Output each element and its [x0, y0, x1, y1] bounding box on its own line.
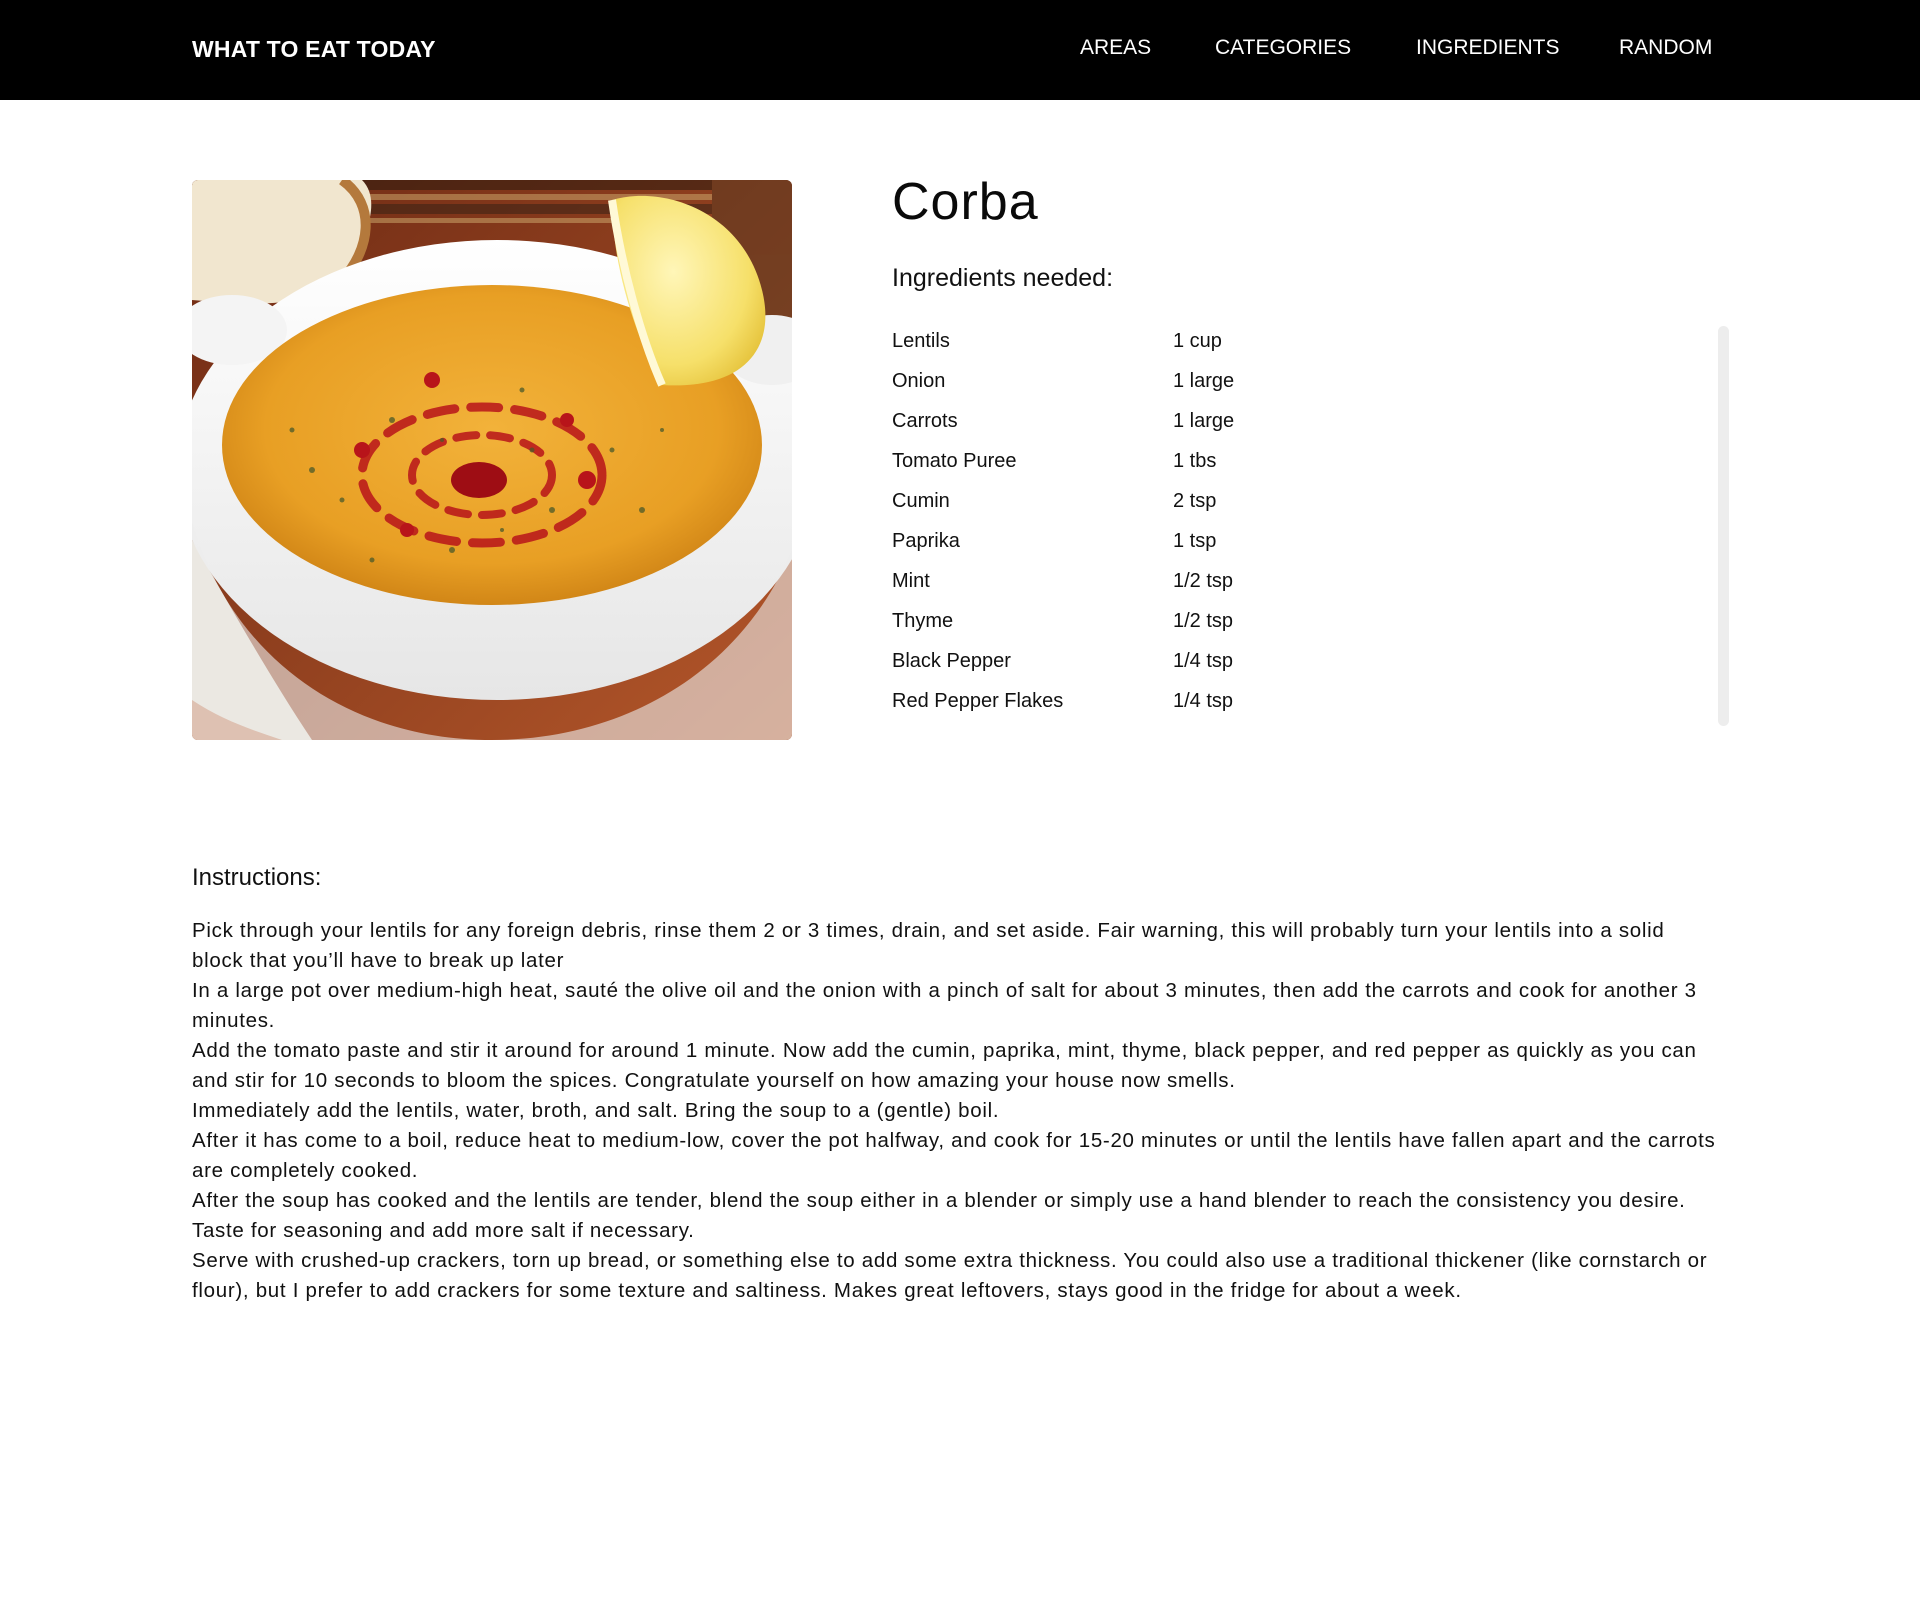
instruction-step: In a large pot over medium-high heat, sa…	[192, 979, 1697, 1032]
ingredient-name: Cumin	[892, 490, 950, 512]
ingredient-list-scrollbar[interactable]	[1718, 326, 1729, 726]
instruction-step: After the soup has cooked and the lentil…	[192, 1189, 1686, 1242]
ingredient-name: Carrots	[892, 410, 958, 432]
instruction-step: Serve with crushed-up crackers, torn up …	[192, 1249, 1708, 1302]
ingredient-row: Paprika 1 tsp	[892, 522, 1712, 562]
instruction-step: Pick through your lentils for any foreig…	[192, 919, 1665, 972]
ingredient-measure: 1/4 tsp	[1173, 690, 1234, 712]
ingredient-name: Paprika	[892, 530, 960, 552]
nav-ingredients[interactable]: INGREDIENTS	[1416, 36, 1560, 60]
ingredient-name: Lentils	[892, 330, 950, 352]
ingredient-row: Lentils 1 cup	[892, 322, 1712, 362]
site-header: WHAT TO EAT TODAY AREAS CATEGORIES INGRE…	[0, 0, 1920, 100]
meal-title: Corba	[892, 173, 1039, 231]
brand-logo-link[interactable]: WHAT TO EAT TODAY	[192, 36, 436, 63]
ingredient-measure: 1/2 tsp	[1173, 570, 1234, 592]
ingredient-measure: 1 cup	[1173, 330, 1222, 352]
ingredient-row: Thyme 1/2 tsp	[892, 602, 1712, 642]
meal-photo	[192, 180, 792, 740]
ingredient-row: Cumin 2 tsp	[892, 482, 1712, 522]
lentil-soup-photo-icon	[192, 180, 792, 740]
ingredient-name: Mint	[892, 570, 930, 592]
ingredient-row: Mint 1/2 tsp	[892, 562, 1712, 602]
ingredient-measure: 1/4 tsp	[1173, 650, 1234, 672]
ingredient-measure: 1 tsp	[1173, 530, 1217, 552]
ingredient-name: Onion	[892, 370, 946, 392]
ingredient-name: Thyme	[892, 610, 954, 632]
ingredient-name: Black Pepper	[892, 650, 1011, 672]
nav-categories[interactable]: CATEGORIES	[1215, 36, 1351, 60]
ingredient-name: Red Pepper Flakes	[892, 690, 1064, 712]
ingredient-measure: 1/2 tsp	[1173, 610, 1234, 632]
ingredient-row: Red Pepper Flakes 1/4 tsp	[892, 682, 1712, 722]
ingredient-measure: 1 tbs	[1173, 450, 1217, 472]
instruction-step: Immediately add the lentils, water, brot…	[192, 1099, 1000, 1122]
instructions-heading: Instructions:	[192, 864, 322, 891]
ingredient-measure: 1 large	[1173, 410, 1235, 432]
ingredient-row: Tomato Puree 1 tbs	[892, 442, 1712, 482]
ingredient-list[interactable]: Lentils 1 cup Onion 1 large Carrots 1 la…	[892, 322, 1712, 728]
ingredient-row: Carrots 1 large	[892, 402, 1712, 442]
ingredient-name: Tomato Puree	[892, 450, 1017, 472]
ingredients-heading: Ingredients needed:	[892, 264, 1114, 292]
instructions-text: Pick through your lentils for any foreig…	[192, 916, 1722, 1306]
nav-areas[interactable]: AREAS	[1080, 36, 1151, 60]
ingredient-measure: 2 tsp	[1173, 490, 1217, 512]
ingredient-row: Onion 1 large	[892, 362, 1712, 402]
nav-random[interactable]: RANDOM	[1619, 36, 1712, 60]
ingredient-measure: 1 large	[1173, 370, 1235, 392]
instruction-step: Add the tomato paste and stir it around …	[192, 1039, 1697, 1092]
instruction-step: After it has come to a boil, reduce heat…	[192, 1129, 1716, 1182]
ingredient-row: Black Pepper 1/4 tsp	[892, 642, 1712, 682]
